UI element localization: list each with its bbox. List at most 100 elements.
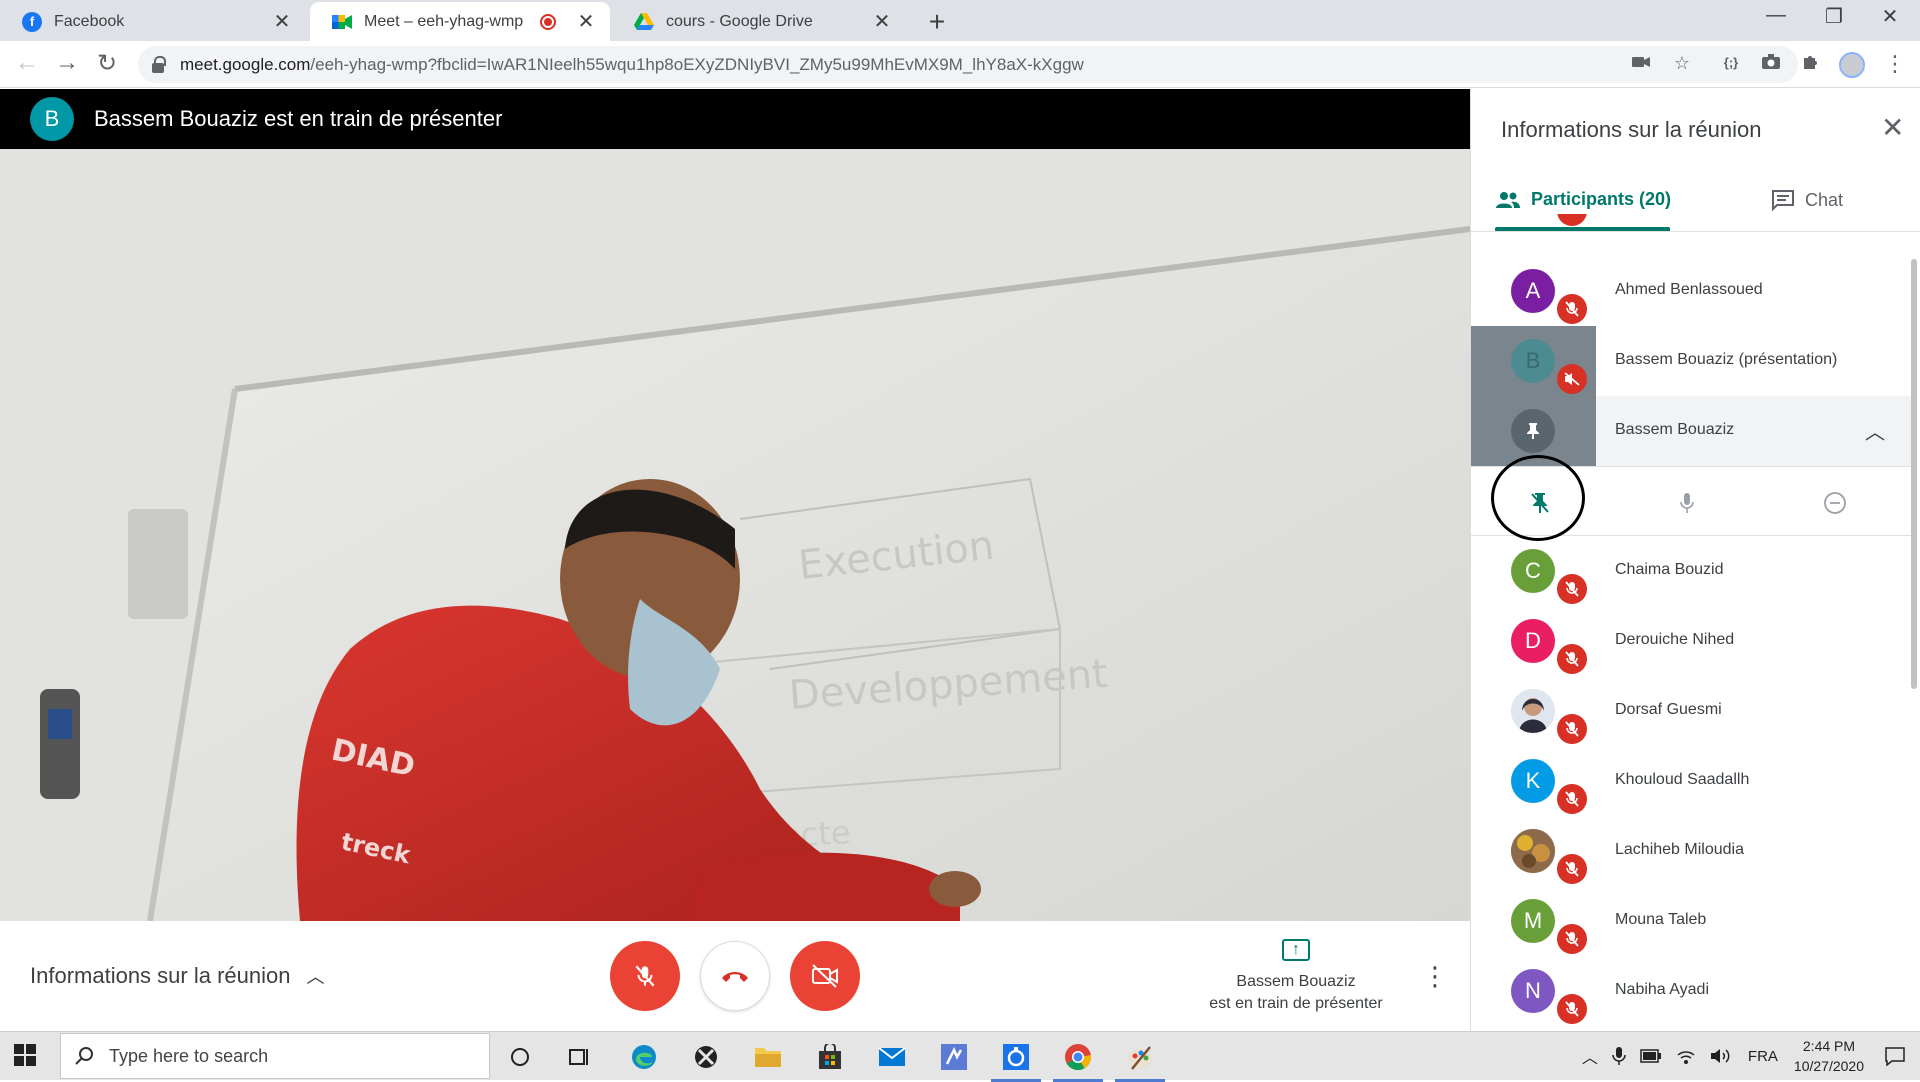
windows-start-icon[interactable] — [14, 1044, 36, 1071]
avatar: N — [1511, 969, 1555, 1013]
cortana-icon[interactable] — [503, 1040, 537, 1074]
mute-participant-button[interactable] — [1667, 483, 1707, 523]
system-tray: ︿ FRA 2:44 PM 10/27/2020 — [1582, 1032, 1920, 1080]
url-path: /eeh-yhag-wmp?fbclid=IwAR1NIeelh55wqu1hp… — [310, 54, 1084, 74]
chevron-up-icon[interactable]: ︿ — [1865, 416, 1885, 445]
chrome-icon[interactable] — [1053, 1040, 1103, 1082]
participant-row[interactable]: N Nabiha Ayadi — [1471, 956, 1911, 1026]
clock[interactable]: 2:44 PM 10/27/2020 — [1794, 1036, 1864, 1076]
tab-participants[interactable]: Participants (20) — [1495, 189, 1671, 210]
leave-call-button[interactable] — [700, 941, 770, 1011]
extension-json-icon[interactable]: {;} — [1718, 55, 1744, 70]
participant-name: Nabiha Ayadi — [1615, 981, 1709, 998]
microphone-icon — [1680, 493, 1694, 513]
input-language[interactable]: FRA — [1748, 1048, 1778, 1065]
close-panel-icon[interactable]: ✕ — [1881, 111, 1904, 144]
browser-tab-strip: f Facebook ✕ Meet – eeh-yhag-wmp ✕ cours… — [0, 0, 1920, 41]
url-bar[interactable]: meet.google.com /eeh-yhag-wmp?fbclid=IwA… — [138, 46, 1798, 83]
tab-facebook[interactable]: f Facebook ✕ — [0, 2, 306, 41]
microphone-tray-icon[interactable] — [1612, 1046, 1626, 1066]
back-arrow-icon[interactable]: ← — [12, 49, 42, 77]
participant-row[interactable]: Dorsaf Guesmi — [1471, 676, 1911, 746]
windows-taskbar: Type here to search ︿ FRA 2:44 PM 10/27/… — [0, 1031, 1920, 1082]
notifications-icon[interactable] — [1884, 1046, 1906, 1066]
store-icon[interactable] — [813, 1040, 847, 1074]
participant-name: Khouloud Saadallh — [1615, 771, 1750, 788]
tab-drive[interactable]: cours - Google Drive ✕ — [612, 2, 906, 41]
participant-row[interactable]: M Mouna Taleb — [1471, 886, 1911, 956]
unpin-button[interactable] — [1491, 455, 1585, 541]
close-tab-icon[interactable]: ✕ — [272, 9, 292, 34]
presentation-status[interactable]: ↑ Bassem Bouaziz est en train de présent… — [1196, 939, 1396, 1015]
panel-title: Informations sur la réunion — [1501, 117, 1762, 142]
taskbar-search[interactable]: Type here to search — [60, 1033, 490, 1079]
mic-off-icon — [635, 965, 655, 987]
avatar: M — [1511, 899, 1555, 943]
app-icon-blue[interactable] — [937, 1040, 971, 1074]
profile-avatar[interactable] — [1839, 52, 1865, 78]
participant-row[interactable]: C Chaima Bouzid — [1471, 536, 1911, 606]
task-view-icon[interactable] — [563, 1040, 597, 1074]
screenshot-camera-icon[interactable] — [1758, 53, 1784, 74]
new-tab-button[interactable]: + — [922, 6, 952, 38]
close-tab-icon[interactable]: ✕ — [576, 9, 596, 34]
remove-participant-button[interactable] — [1815, 483, 1855, 523]
battery-icon[interactable] — [1640, 1049, 1662, 1063]
meeting-details-toggle[interactable]: Informations sur la réunion ︿ — [30, 963, 324, 989]
remove-icon — [1824, 492, 1846, 514]
participant-name: Chaima Bouzid — [1615, 561, 1724, 578]
xbox-icon[interactable] — [689, 1040, 723, 1074]
muted-mic-icon — [1557, 574, 1587, 604]
tab-chat[interactable]: Chat — [1771, 189, 1843, 211]
muted-speaker-icon — [1557, 364, 1587, 394]
presenting-status: est en train de présenter — [1209, 995, 1383, 1012]
forward-arrow-icon[interactable]: → — [52, 49, 82, 77]
avatar-photo — [1511, 689, 1555, 733]
close-tab-icon[interactable]: ✕ — [872, 9, 892, 34]
search-placeholder: Type here to search — [109, 1045, 269, 1066]
reload-icon[interactable]: ↻ — [92, 49, 122, 78]
google-meet-icon — [332, 11, 352, 32]
participant-row[interactable]: D Derouiche Nihed — [1471, 606, 1911, 676]
avatar-photo — [1511, 829, 1555, 873]
restore-icon[interactable]: ❐ — [1804, 4, 1864, 29]
wifi-icon[interactable] — [1676, 1047, 1696, 1065]
participant-row-partial — [1471, 214, 1911, 234]
tab-meet[interactable]: Meet – eeh-yhag-wmp ✕ — [310, 2, 610, 41]
tab-chat-label: Chat — [1805, 189, 1844, 210]
avatar: K — [1511, 759, 1555, 803]
camera-in-use-icon[interactable] — [1628, 53, 1654, 74]
participant-name: Bassem Bouaziz — [1615, 421, 1735, 438]
chevron-up-icon[interactable]: ︿ — [1582, 1044, 1598, 1068]
avatar: C — [1511, 549, 1555, 593]
extensions-puzzle-icon[interactable] — [1798, 53, 1824, 76]
presenter-avatar: B — [30, 97, 74, 141]
microphone-off-button[interactable] — [610, 941, 680, 1011]
tab-label: Facebook — [54, 12, 125, 30]
more-options-icon[interactable]: ⋮ — [1422, 961, 1448, 992]
file-explorer-icon[interactable] — [751, 1040, 785, 1074]
whiteboard-scene: Execution Developpement directe DIAD tre… — [0, 149, 1470, 921]
panel-scrollbar[interactable] — [1911, 259, 1917, 689]
bookmark-star-icon[interactable]: ☆ — [1669, 53, 1695, 74]
browser-menu-icon[interactable]: ⋮ — [1884, 51, 1906, 77]
participant-row[interactable]: K Khouloud Saadallh — [1471, 746, 1911, 816]
window-close-icon[interactable]: ✕ — [1860, 4, 1920, 29]
mail-icon[interactable] — [875, 1040, 909, 1074]
presenter-banner: B Bassem Bouaziz est en train de présent… — [0, 89, 1470, 149]
avatar: B — [1511, 339, 1555, 383]
lock-icon — [152, 55, 166, 73]
participant-row[interactable]: A Ahmed Benlassoued — [1471, 256, 1911, 326]
participant-name: Ahmed Benlassoued — [1615, 281, 1763, 298]
camera-off-button[interactable] — [790, 941, 860, 1011]
volume-icon[interactable] — [1710, 1047, 1732, 1065]
tab-label: Meet – eeh-yhag-wmp — [364, 12, 524, 30]
minimize-icon[interactable]: — — [1746, 4, 1806, 27]
paint-icon[interactable] — [1115, 1040, 1165, 1082]
participant-row[interactable]: B Bassem Bouaziz (présentation) — [1471, 326, 1911, 396]
participant-actions — [1471, 455, 1911, 541]
app-icon-white-blue[interactable] — [991, 1040, 1041, 1082]
clock-time: 2:44 PM — [1802, 1038, 1856, 1054]
participant-row[interactable]: Lachiheb Miloudia — [1471, 816, 1911, 886]
edge-icon[interactable] — [627, 1040, 661, 1074]
